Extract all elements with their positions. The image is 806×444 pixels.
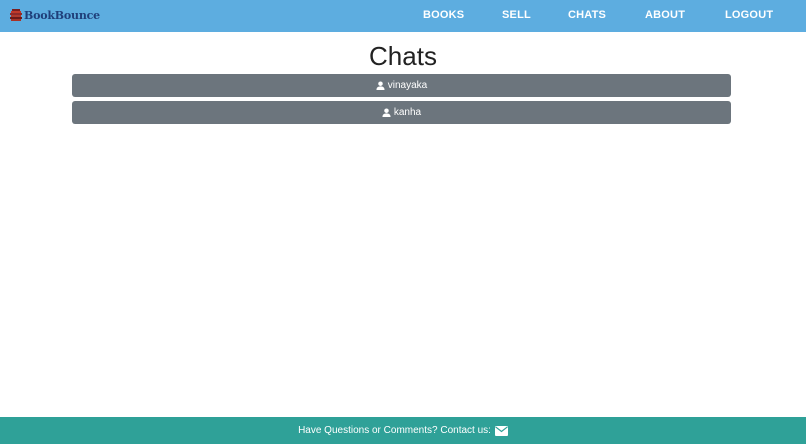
brand-link[interactable]: BookBounce bbox=[9, 6, 100, 24]
nav-about-link[interactable]: ABOUT bbox=[645, 9, 685, 21]
chat-item-kanha[interactable]: kanha bbox=[72, 101, 731, 124]
envelope-icon[interactable] bbox=[494, 425, 508, 436]
user-icon bbox=[382, 108, 391, 117]
page-title: Chats bbox=[369, 41, 437, 71]
nav-logout-link[interactable]: LOGOUT bbox=[725, 9, 773, 21]
chat-item-vinayaka[interactable]: vinayaka bbox=[72, 74, 731, 97]
chat-username: kanha bbox=[393, 107, 422, 118]
footer-contact-text: Have Questions or Comments? Contact us: bbox=[298, 425, 491, 436]
chat-list: vinayaka kanha bbox=[72, 74, 731, 128]
nav-sell-link[interactable]: SELL bbox=[502, 9, 531, 21]
user-icon bbox=[376, 81, 385, 90]
brand-name: BookBounce bbox=[24, 8, 100, 22]
book-stack-icon bbox=[10, 9, 22, 21]
nav-books-link[interactable]: BOOKS bbox=[423, 9, 464, 21]
chat-username: vinayaka bbox=[387, 80, 428, 91]
navbar: BookBounce BOOKS SELL CHATS ABOUT LOGOUT bbox=[0, 0, 806, 32]
nav-chats-link[interactable]: CHATS bbox=[568, 9, 606, 21]
footer: Have Questions or Comments? Contact us: bbox=[0, 417, 806, 444]
